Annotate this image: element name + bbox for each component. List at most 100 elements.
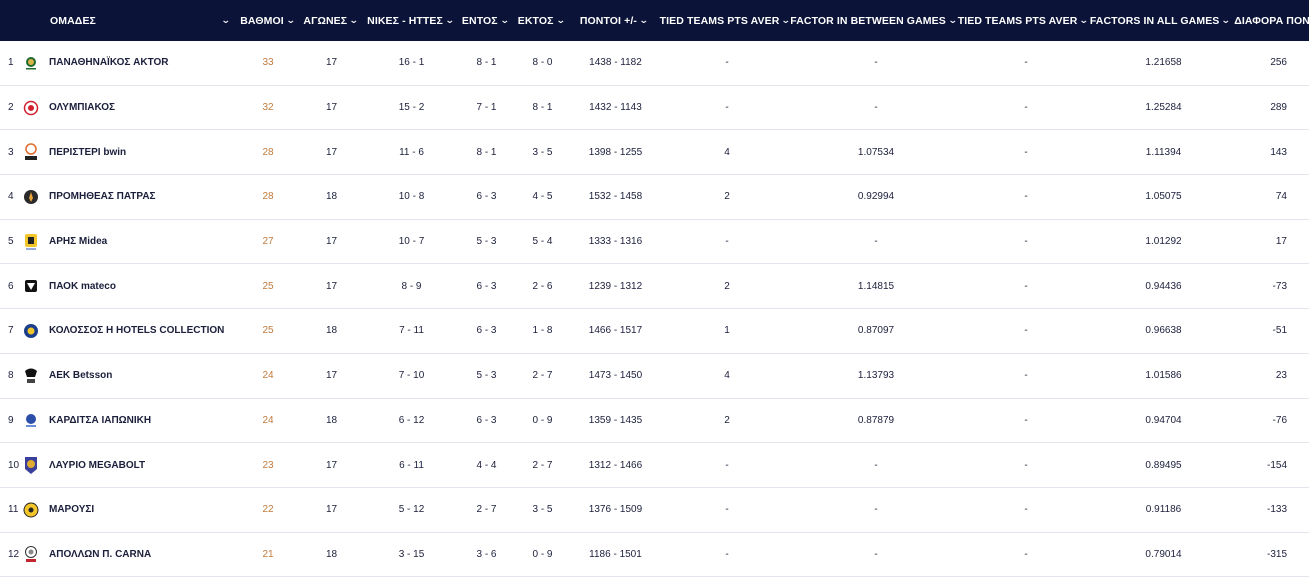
team-name[interactable]: ΠΑΝΑΘΗΝΑΪΚΟΣ AKTOR <box>49 57 169 68</box>
points-diff-cell: 1333 - 1316 <box>588 236 643 248</box>
team-name[interactable]: ΚΟΛΟΣΣΟΣ H HOTELS COLLECTION <box>49 325 224 336</box>
team-cell[interactable]: ΛΑΥΡΙΟ MEGABOLT <box>22 443 238 487</box>
table-row[interactable]: 10 ΛΑΥΡΙΟ MEGABOLT 23 17 6 - 11 4 - 4 2 - 7 131… <box>0 443 1309 488</box>
team-cell[interactable]: ΜΑΡΟΥΣΙ <box>22 488 238 532</box>
table-row[interactable]: 8 AEK Betsson 24 17 7 - 10 5 - 3 2 - 7 1473 - 1… <box>0 354 1309 399</box>
points-diff-cell: 1473 - 1450 <box>588 370 643 382</box>
away-cell: 3 - 5 <box>532 504 553 516</box>
games-cell: 18 <box>325 548 338 560</box>
tied-pts-aver-1-cell: 2 <box>724 414 730 426</box>
table-row[interactable]: 3 ΠΕΡΙΣΤΕΡΙ bwin 28 17 11 - 6 8 - 1 3 - 5 1398 … <box>0 130 1309 176</box>
table-row[interactable]: 5 ΑΡΗΣ Midea 27 17 10 - 7 5 - 3 5 - 4 1333 - 13… <box>0 220 1309 265</box>
team-cell[interactable]: ΠΕΡΙΣΤΕΡΙ bwin <box>22 130 238 174</box>
team-name[interactable]: ΚΑΡΔΙΤΣΑ ΙΑΠΩΝΙΚΗ <box>49 415 151 426</box>
away-cell: 4 - 5 <box>532 191 553 203</box>
home-cell: 4 - 4 <box>476 459 497 471</box>
team-name[interactable]: ΠΕΡΙΣΤΕΡΙ bwin <box>49 147 126 158</box>
team-name[interactable]: ΑΠΟΛΛΩΝ Π. CARNA <box>49 549 151 560</box>
factor-between-cell: 0.92994 <box>857 191 895 203</box>
rank-cell: 2 <box>8 102 14 114</box>
wins-losses-cell: 11 - 6 <box>399 146 424 158</box>
table-row[interactable]: 7 ΚΟΛΟΣΣΟΣ H HOTELS COLLECTION 25 18 7 - 11 6… <box>0 309 1309 354</box>
team-cell[interactable]: ΠΡΟΜΗΘΕΑΣ ΠΑΤΡΑΣ <box>22 175 238 219</box>
tied-pts-aver-1-cell: 2 <box>724 191 730 203</box>
header-difference[interactable]: ΔΙΑΦΟΡΑ ΠΟΝΤΩΝ <box>1230 0 1309 41</box>
factor-between-cell: 0.87879 <box>857 414 895 426</box>
team-name[interactable]: AEK Betsson <box>49 370 112 381</box>
tied-pts-aver-1-cell: 2 <box>724 280 730 292</box>
table-body: 1 ΠΑΝΑΘΗΝΑΪΚΟΣ AKTOR 33 17 16 - 18 - 18 - 01… <box>0 41 1309 577</box>
team-cell[interactable]: ΠΑΝΑΘΗΝΑΪΚΟΣ AKTOR <box>22 41 238 85</box>
team-logo-icon <box>22 322 40 340</box>
home-cell: 5 - 3 <box>476 370 497 382</box>
table-row[interactable]: 9 ΚΑΡΔΙΤΣΑ ΙΑΠΩΝΙΚΗ 24 18 6 - 12 6 - 3 0 - 9 13… <box>0 399 1309 444</box>
tied-pts-aver-1-cell: - <box>725 504 729 516</box>
wins-losses-cell: 3 - 15 <box>398 548 425 560</box>
rank-cell: 3 <box>8 146 14 158</box>
points-diff-cell: 1398 - 1255 <box>588 146 643 158</box>
points-cell: 22 <box>262 504 274 516</box>
header-games[interactable]: ΑΓΩΝΕΣ ⌄ <box>297 0 364 41</box>
team-name[interactable]: ΜΑΡΟΥΣΙ <box>49 504 94 515</box>
team-logo-icon <box>22 54 40 72</box>
team-cell[interactable]: ΑΡΗΣ Midea <box>22 220 238 264</box>
chevron-down-icon: ⌄ <box>1221 15 1231 25</box>
team-name[interactable]: ΟΛΥΜΠΙΑΚΟΣ <box>49 102 115 113</box>
team-cell[interactable]: ΠΑΟΚ mateco <box>22 264 238 308</box>
header-tied-pts-aver-2-label: TIED TEAMS PTS AVER <box>957 14 1078 27</box>
header-tied-pts-aver-2[interactable]: TIED TEAMS PTS AVER ⌄ <box>956 0 1090 41</box>
header-points-diff[interactable]: ΠΟΝΤΟΙ +/- ⌄ <box>568 0 659 41</box>
difference-cell: 17 <box>1275 236 1287 248</box>
factor-between-cell: - <box>874 102 878 114</box>
points-diff-cell: 1376 - 1509 <box>588 504 643 516</box>
header-wins-losses[interactable]: ΝΙΚΕΣ - ΗΤΤΕΣ ⌄ <box>364 0 457 41</box>
factors-all-cell: 0.94436 <box>1145 280 1182 292</box>
header-tied-pts-aver-1[interactable]: TIED TEAMS PTS AVER ⌄ <box>659 0 791 41</box>
points-diff-cell: 1312 - 1466 <box>588 459 643 471</box>
team-cell[interactable]: ΑΠΟΛΛΩΝ Π. CARNA <box>22 533 238 577</box>
chevron-down-icon: ⌄ <box>444 15 455 25</box>
away-cell: 5 - 4 <box>532 236 553 248</box>
header-difference-label: ΔΙΑΦΟΡΑ ΠΟΝΤΩΝ <box>1234 14 1309 27</box>
header-home[interactable]: ΕΝΤΟΣ ⌄ <box>457 0 514 41</box>
away-cell: 1 - 8 <box>532 325 553 337</box>
away-cell: 0 - 9 <box>532 414 553 426</box>
wins-losses-cell: 5 - 12 <box>398 504 425 516</box>
header-points[interactable]: ΒΑΘΜΟΙ ⌄ <box>237 0 297 41</box>
header-factors-all[interactable]: FACTORS IN ALL GAMES ⌄ <box>1090 0 1231 41</box>
team-cell[interactable]: AEK Betsson <box>22 354 238 398</box>
points-diff-cell: 1532 - 1458 <box>588 191 643 203</box>
team-name[interactable]: ΠΡΟΜΗΘΕΑΣ ΠΑΤΡΑΣ <box>49 191 156 202</box>
table-row[interactable]: 4 ΠΡΟΜΗΘΕΑΣ ΠΑΤΡΑΣ 28 18 10 - 8 6 - 3 4 - 5 153… <box>0 175 1309 220</box>
factor-between-cell: 1.14815 <box>857 280 895 292</box>
header-away[interactable]: ΕΚΤΟΣ ⌄ <box>514 0 569 41</box>
points-cell: 23 <box>262 459 274 471</box>
factors-all-cell: 1.21658 <box>1145 57 1182 69</box>
games-cell: 17 <box>325 146 338 158</box>
tied-pts-aver-1-cell: 4 <box>724 146 730 158</box>
table-row[interactable]: 2 ΟΛΥΜΠΙΑΚΟΣ 32 17 15 - 2 7 - 1 8 - 1 1432 - 11… <box>0 86 1309 131</box>
team-cell[interactable]: ΚΟΛΟΣΣΟΣ H HOTELS COLLECTION <box>22 309 238 353</box>
team-cell[interactable]: ΟΛΥΜΠΙΑΚΟΣ <box>22 86 238 130</box>
team-logo-icon <box>22 411 40 429</box>
tied-pts-aver-2-cell: - <box>1024 146 1028 158</box>
points-diff-cell: 1432 - 1143 <box>589 102 642 114</box>
team-cell[interactable]: ΚΑΡΔΙΤΣΑ ΙΑΠΩΝΙΚΗ <box>22 399 238 443</box>
table-row[interactable]: 6 ΠΑΟΚ mateco 25 17 8 - 9 6 - 3 2 - 6 1239 - 13… <box>0 264 1309 310</box>
tied-pts-aver-1-cell: - <box>725 548 729 560</box>
factors-all-cell: 0.94704 <box>1145 414 1182 426</box>
difference-cell: -154 <box>1266 459 1287 471</box>
points-cell: 28 <box>262 191 274 203</box>
team-name[interactable]: ΑΡΗΣ Midea <box>49 236 107 247</box>
tied-pts-aver-1-cell: 4 <box>724 370 730 382</box>
factors-all-cell: 0.89495 <box>1145 459 1182 471</box>
header-team[interactable]: ΟΜΑΔΕΣ ⌄ <box>0 0 237 41</box>
table-row[interactable]: 12 ΑΠΟΛΛΩΝ Π. CARNA 21 18 3 - 15 3 - 6 0 - 9 11… <box>0 533 1309 577</box>
header-tied-pts-aver-1-label: TIED TEAMS PTS AVER <box>659 14 780 27</box>
team-name[interactable]: ΠΑΟΚ mateco <box>49 281 116 292</box>
games-cell: 17 <box>325 102 338 114</box>
team-name[interactable]: ΛΑΥΡΙΟ MEGABOLT <box>49 460 145 471</box>
header-factor-between[interactable]: FACTOR IN BETWEEN GAMES⌄ <box>791 0 956 41</box>
table-row[interactable]: 11 ΜΑΡΟΥΣΙ 22 17 5 - 12 2 - 7 3 - 5 1376 - 1509… <box>0 488 1309 533</box>
table-row[interactable]: 1 ΠΑΝΑΘΗΝΑΪΚΟΣ AKTOR 33 17 16 - 1 8 - 1 8 - 0 1… <box>0 41 1309 86</box>
